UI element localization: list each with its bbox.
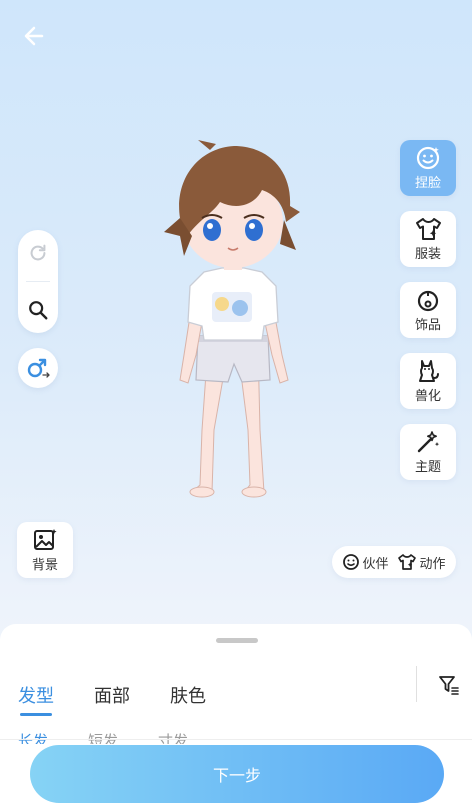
subtab-long-hair[interactable]: 长发 <box>18 730 48 744</box>
panel-divider <box>0 739 472 740</box>
menu-beast-label: 兽化 <box>414 389 441 404</box>
image-icon <box>34 529 57 550</box>
partner-button[interactable]: 伙伴 <box>342 553 389 572</box>
partner-smile-icon <box>343 554 360 570</box>
separator <box>26 281 50 282</box>
filter-button[interactable] <box>436 672 462 698</box>
next-step-button[interactable]: 下一步 <box>30 745 444 803</box>
face-smile-icon <box>416 146 440 170</box>
shirt-icon <box>416 218 441 240</box>
gender-toggle-button[interactable] <box>18 348 58 388</box>
category-tabs: 发型 面部 肤色 <box>18 682 246 716</box>
zoom-button[interactable] <box>18 290 58 330</box>
accessory-icon <box>417 290 439 312</box>
menu-outfit-button[interactable]: 服装 <box>400 211 456 267</box>
back-button[interactable] <box>18 20 50 52</box>
subtab-buzz-cut[interactable]: 寸发 <box>158 730 188 744</box>
menu-beast-button[interactable]: 兽化 <box>400 353 456 409</box>
tab-face[interactable]: 面部 <box>94 682 130 708</box>
tab-skin-color[interactable]: 肤色 <box>170 682 206 708</box>
menu-accessory-button[interactable]: 饰品 <box>400 282 456 338</box>
magnifier-icon <box>29 301 48 320</box>
action-button[interactable]: 动作 <box>397 553 446 572</box>
arrow-left-icon <box>24 26 44 46</box>
background-label: 背景 <box>31 558 58 573</box>
background-button[interactable]: 背景 <box>17 522 73 578</box>
action-shirt-icon <box>398 554 417 570</box>
hairstyle-subtabs: 长发 短发 寸发 <box>18 730 228 744</box>
quick-actions-pill: 伙伴 动作 <box>332 546 456 578</box>
menu-outfit-label: 服装 <box>414 247 441 262</box>
subtab-short-hair[interactable]: 短发 <box>88 730 118 744</box>
gender-swap-icon <box>27 358 50 378</box>
menu-accessory-label: 饰品 <box>414 318 441 333</box>
menu-theme-label: 主题 <box>414 460 441 475</box>
menu-face-button[interactable]: 捏脸 <box>400 140 456 196</box>
action-label: 动作 <box>419 556 446 572</box>
redo-button[interactable] <box>18 233 58 273</box>
tab-hairstyle[interactable]: 发型 <box>18 682 54 716</box>
tabs-divider <box>416 666 417 702</box>
redo-icon <box>30 244 46 261</box>
menu-theme-button[interactable]: 主题 <box>400 424 456 480</box>
menu-face-label: 捏脸 <box>414 176 441 191</box>
view-tools <box>18 230 58 333</box>
partner-label: 伙伴 <box>362 556 389 572</box>
magic-wand-icon <box>417 431 440 453</box>
cat-icon <box>419 360 439 382</box>
filter-icon <box>439 676 459 695</box>
panel-drag-handle[interactable] <box>216 638 258 643</box>
avatar-character[interactable] <box>150 140 315 505</box>
